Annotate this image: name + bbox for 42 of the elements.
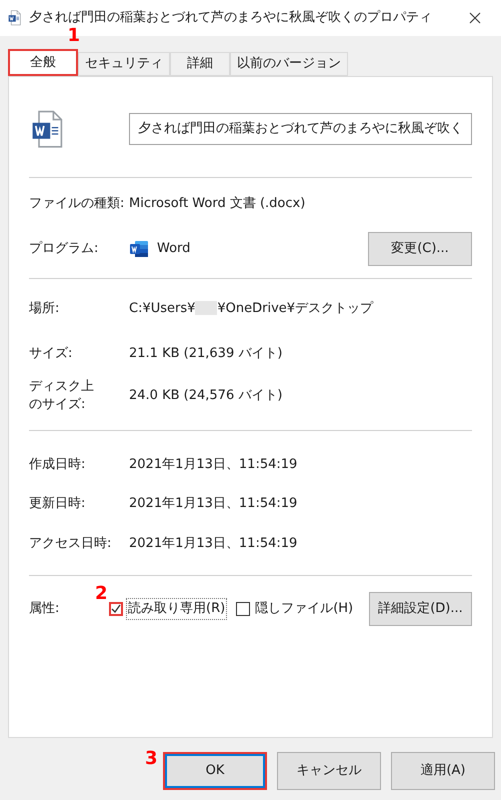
date-value: 2021年1月13日、11:54:19 xyxy=(129,534,298,552)
location-path-end: ¥OneDrive¥デスクトップ xyxy=(217,300,374,318)
size-value: 21.1 KB (21,639 バイト) xyxy=(129,345,282,363)
close-icon[interactable] xyxy=(469,12,481,24)
field-label: サイズ: xyxy=(29,345,74,363)
field-label: プログラム: xyxy=(29,240,100,258)
checkbox[interactable] xyxy=(236,602,250,616)
disk-size-value: 24.0 KB (24,576 バイト) xyxy=(129,386,282,405)
window-title: 夕されば門田の稲葉おとづれて芦のまろやに秋風ぞ吹くのプロパティ xyxy=(29,9,433,28)
field-label: アクセス日時: xyxy=(29,534,112,552)
step-number: 3 xyxy=(145,748,158,769)
tab[interactable]: セキュリティ xyxy=(78,52,170,76)
tab[interactable]: 詳細 xyxy=(170,52,230,76)
program-name: Word xyxy=(157,240,190,258)
file-type-value: Microsoft Word 文書 (.docx) xyxy=(129,195,306,213)
checkbox-label[interactable]: 隠しファイル(H) xyxy=(254,599,354,619)
dialog-button[interactable]: OK xyxy=(163,752,267,790)
step-number: 1 xyxy=(67,25,80,46)
tab[interactable]: 以前のバージョン xyxy=(230,52,348,76)
field-label: 場所: xyxy=(29,300,60,318)
word-document-icon xyxy=(31,110,63,148)
file-name-field[interactable]: 夕されば門田の稲葉おとづれて芦のまろやに秋風ぞ吹く xyxy=(129,113,472,145)
checkbox-label[interactable]: 読み取り専用(R) xyxy=(127,599,226,619)
date-value: 2021年1月13日、11:54:19 xyxy=(129,495,298,513)
word-app-icon xyxy=(129,238,149,258)
date-value: 2021年1月13日、11:54:19 xyxy=(129,456,298,474)
advanced-button[interactable]: 詳細設定(D)... xyxy=(369,592,472,626)
field-label: 属性: xyxy=(29,600,60,618)
field-label: ファイルの種類: xyxy=(29,195,126,213)
change-button[interactable]: 変更(C)... xyxy=(368,232,472,266)
redacted-username xyxy=(195,301,218,316)
dialog-button[interactable]: キャンセル xyxy=(277,752,381,790)
field-label: 作成日時: xyxy=(29,456,86,474)
field-label: ディスク上 xyxy=(29,378,95,396)
field-label: 更新日時: xyxy=(29,495,86,513)
step-number: 2 xyxy=(95,583,108,604)
checkbox[interactable] xyxy=(109,602,123,616)
dialog-button[interactable]: 適用(A) xyxy=(391,752,495,790)
tab[interactable]: 全般 xyxy=(8,49,78,76)
word-document-icon xyxy=(8,10,21,26)
field-label: のサイズ: xyxy=(29,396,86,414)
location-path-start: C:¥Users¥ xyxy=(129,300,196,318)
